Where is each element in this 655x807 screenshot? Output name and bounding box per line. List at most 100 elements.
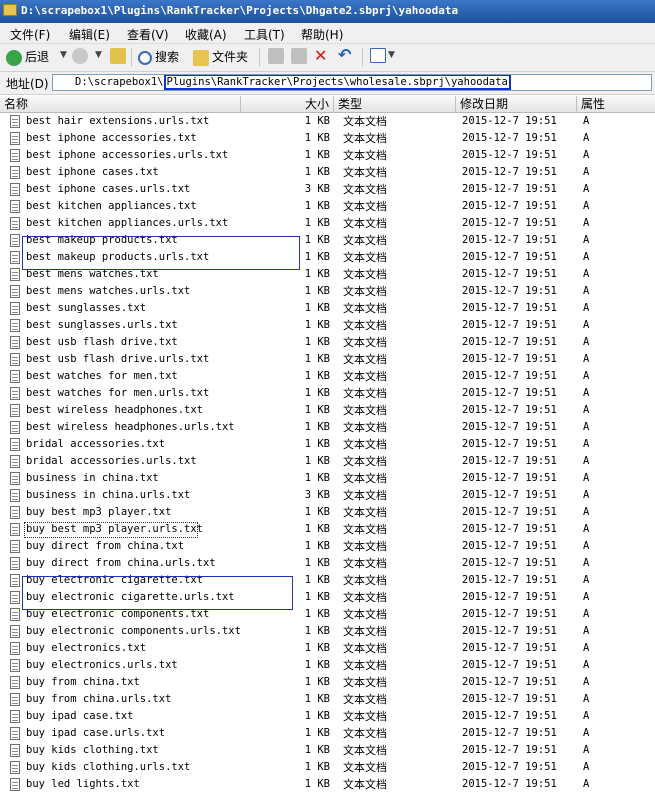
file-row[interactable]: best usb flash drive.txt 1 KB 文本文档 2015-12-… [0, 334, 655, 351]
file-row[interactable]: buy direct from china.txt 1 KB 文本文档 2015-12… [0, 538, 655, 555]
move-to-button[interactable] [268, 48, 287, 67]
file-type: 文本文档 [343, 285, 387, 298]
file-row[interactable]: buy ipad case.urls.txt 1 KB 文本文档 2015-12-7 … [0, 725, 655, 742]
file-attributes: A [583, 744, 590, 756]
file-attributes: A [583, 404, 590, 416]
file-attributes: A [583, 234, 590, 246]
file-row[interactable]: best mens watches.txt 1 KB 文本文档 2015-12-7 1… [0, 266, 655, 283]
file-modified: 2015-12-7 19:51 [462, 540, 557, 552]
file-attributes: A [583, 217, 590, 229]
address-input[interactable]: D:\scrapebox1\ Plugins\RankTracker\Projec… [52, 74, 652, 91]
file-size: 1 KB [304, 251, 330, 263]
file-row[interactable]: best wireless headphones.txt 1 KB 文本文档 2015… [0, 402, 655, 419]
file-row[interactable]: buy electronic cigarette.txt 1 KB 文本文档 2015… [0, 572, 655, 589]
file-name: buy best mp3 player.txt [26, 506, 172, 518]
file-modified: 2015-12-7 19:51 [462, 336, 557, 348]
text-file-icon [10, 438, 20, 451]
file-row[interactable]: buy led lights.txt 1 KB 文本文档 2015-12-7 19:5… [0, 776, 655, 793]
file-row[interactable]: buy kids clothing.txt 1 KB 文本文档 2015-12-7 1… [0, 742, 655, 759]
file-row[interactable]: best makeup products.txt 1 KB 文本文档 2015-12-… [0, 232, 655, 249]
file-modified: 2015-12-7 19:51 [462, 489, 557, 501]
forward-arrow-icon [72, 48, 88, 64]
menu-tools[interactable]: 工具(T) [244, 26, 285, 43]
file-name: buy electronic cigarette.urls.txt [26, 591, 235, 603]
file-row[interactable]: buy electronics.urls.txt 1 KB 文本文档 2015-12-… [0, 657, 655, 674]
file-modified: 2015-12-7 19:51 [462, 506, 557, 518]
file-row[interactable]: buy from china.urls.txt 1 KB 文本文档 2015-12-7… [0, 691, 655, 708]
text-file-icon [10, 659, 20, 672]
menu-edit[interactable]: 编辑(E) [69, 26, 110, 43]
file-row[interactable]: business in china.txt 1 KB 文本文档 2015-12-7 1… [0, 470, 655, 487]
menu-help[interactable]: 帮助(H) [301, 26, 343, 43]
file-type: 文本文档 [343, 166, 387, 179]
forward-button[interactable] [72, 48, 91, 67]
folders-button[interactable]: 文件夹 [193, 48, 248, 67]
text-file-icon [10, 166, 20, 179]
file-row[interactable]: best iphone cases.urls.txt 3 KB 文本文档 2015-1… [0, 181, 655, 198]
file-size: 1 KB [304, 710, 330, 722]
file-row[interactable]: best kitchen appliances.txt 1 KB 文本文档 2015-… [0, 198, 655, 215]
copy-to-button[interactable] [291, 48, 310, 67]
file-size: 1 KB [304, 285, 330, 297]
file-row[interactable]: buy direct from china.urls.txt 1 KB 文本文档 20… [0, 555, 655, 572]
views-button[interactable] [370, 48, 389, 67]
column-attributes[interactable]: 属性 [577, 96, 655, 112]
file-row[interactable]: business in china.urls.txt 3 KB 文本文档 2015-1… [0, 487, 655, 504]
back-dropdown-icon[interactable]: ▼ [60, 50, 67, 60]
file-row[interactable]: best sunglasses.urls.txt 1 KB 文本文档 2015-12-… [0, 317, 655, 334]
column-size[interactable]: 大小 [241, 96, 334, 112]
file-type: 文本文档 [343, 625, 387, 638]
file-row[interactable]: buy electronics.txt 1 KB 文本文档 2015-12-7 19:… [0, 640, 655, 657]
file-size: 1 KB [304, 166, 330, 178]
file-type: 文本文档 [343, 438, 387, 451]
file-row[interactable]: best watches for men.txt 1 KB 文本文档 2015-12-… [0, 368, 655, 385]
file-type: 文本文档 [343, 540, 387, 553]
file-row[interactable]: best usb flash drive.urls.txt 1 KB 文本文档 201… [0, 351, 655, 368]
file-name: best makeup products.txt [26, 234, 178, 246]
file-row[interactable]: best mens watches.urls.txt 1 KB 文本文档 2015-1… [0, 283, 655, 300]
column-name[interactable]: 名称 [0, 96, 241, 112]
file-row[interactable]: best wireless headphones.urls.txt 1 KB 文本文… [0, 419, 655, 436]
file-row[interactable]: buy electronic components.txt 1 KB 文本文档 201… [0, 606, 655, 623]
file-name: best iphone cases.txt [26, 166, 159, 178]
back-button[interactable]: 后退 [6, 48, 49, 67]
file-row[interactable]: bridal accessories.txt 1 KB 文本文档 2015-12-7 … [0, 436, 655, 453]
file-row[interactable]: best sunglasses.txt 1 KB 文本文档 2015-12-7 19:… [0, 300, 655, 317]
views-dropdown-icon[interactable]: ▼ [388, 50, 395, 60]
file-name: buy electronics.urls.txt [26, 659, 178, 671]
search-label: 搜索 [155, 50, 180, 64]
file-row[interactable]: bridal accessories.urls.txt 1 KB 文本文档 2015-… [0, 453, 655, 470]
file-row[interactable]: buy kids clothing.urls.txt 1 KB 文本文档 2015-1… [0, 759, 655, 776]
file-size: 1 KB [304, 302, 330, 314]
folder-icon [3, 4, 17, 16]
column-modified[interactable]: 修改日期 [456, 96, 577, 112]
file-row[interactable]: best iphone accessories.urls.txt 1 KB 文本文档… [0, 147, 655, 164]
up-folder-button[interactable] [110, 48, 129, 67]
file-row[interactable]: best watches for men.urls.txt 1 KB 文本文档 201… [0, 385, 655, 402]
text-file-icon [10, 234, 20, 247]
file-row[interactable]: buy best mp3 player.txt 1 KB 文本文档 2015-12-7… [0, 504, 655, 521]
file-name: buy direct from china.txt [26, 540, 185, 552]
file-type: 文本文档 [343, 387, 387, 400]
file-row[interactable]: best iphone accessories.txt 1 KB 文本文档 2015-… [0, 130, 655, 147]
file-row[interactable]: buy electronic components.urls.txt 1 KB 文本… [0, 623, 655, 640]
menu-file[interactable]: 文件(F) [10, 26, 50, 43]
forward-dropdown-icon[interactable]: ▼ [95, 50, 102, 60]
file-row[interactable]: best iphone cases.txt 1 KB 文本文档 2015-12-7 1… [0, 164, 655, 181]
address-bar: 地址(D) D:\scrapebox1\ Plugins\RankTracker\… [0, 72, 655, 95]
file-row[interactable]: best kitchen appliances.urls.txt 1 KB 文本文档… [0, 215, 655, 232]
file-size: 3 KB [304, 183, 330, 195]
file-row[interactable]: buy ipad case.txt 1 KB 文本文档 2015-12-7 19:51… [0, 708, 655, 725]
menu-favorites[interactable]: 收藏(A) [185, 26, 227, 43]
menu-view[interactable]: 查看(V) [127, 26, 169, 43]
file-row[interactable]: best makeup products.urls.txt 1 KB 文本文档 201… [0, 249, 655, 266]
column-type[interactable]: 类型 [334, 96, 456, 112]
search-button[interactable]: 搜索 [138, 48, 179, 67]
file-modified: 2015-12-7 19:51 [462, 370, 557, 382]
file-row[interactable]: best hair extensions.urls.txt 1 KB 文本文档 201… [0, 113, 655, 130]
file-row[interactable]: buy best mp3 player.urls.txt 1 KB 文本文档 2015… [0, 521, 655, 538]
file-row[interactable]: buy from china.txt 1 KB 文本文档 2015-12-7 19:5… [0, 674, 655, 691]
delete-button[interactable]: ✕ [314, 46, 327, 65]
undo-button[interactable]: ↶ [338, 45, 351, 64]
file-row[interactable]: buy electronic cigarette.urls.txt 1 KB 文本文… [0, 589, 655, 606]
